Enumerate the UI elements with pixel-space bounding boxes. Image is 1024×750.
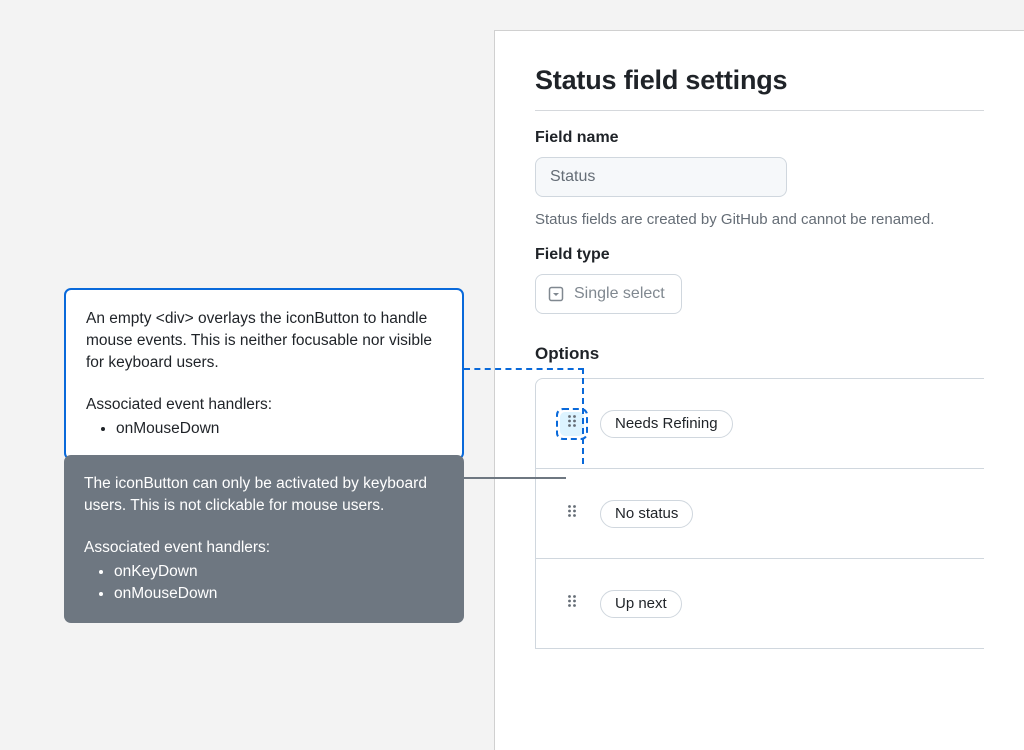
callout-iconbutton: The iconButton can only be activated by … <box>64 455 464 623</box>
callout-handlers-list: onKeyDown onMouseDown <box>84 561 444 605</box>
single-select-icon <box>548 286 564 302</box>
handler-item: onMouseDown <box>114 583 444 605</box>
options-label: Options <box>535 344 984 364</box>
field-name-block: Field name Status fields are created by … <box>535 129 984 228</box>
option-pill[interactable]: Up next <box>600 590 682 618</box>
callout-handlers-list: onMouseDown <box>86 418 442 440</box>
handler-item: onKeyDown <box>114 561 444 583</box>
option-row: Needs Refining <box>536 379 984 469</box>
field-name-label: Field name <box>535 129 984 147</box>
drag-handle[interactable] <box>560 502 584 526</box>
grip-icon <box>567 594 577 613</box>
handler-item: onMouseDown <box>116 418 442 440</box>
grip-icon <box>567 504 577 523</box>
option-row: No status <box>536 469 984 559</box>
panel-title: Status field settings <box>535 65 984 96</box>
option-label: No status <box>615 505 678 522</box>
option-row: Up next <box>536 559 984 649</box>
divider <box>535 110 984 111</box>
option-pill[interactable]: No status <box>600 500 693 528</box>
callout-overlay-div: An empty <div> overlays the iconButton t… <box>64 288 464 460</box>
options-list: Needs Refining No status <box>535 378 984 649</box>
drag-handle[interactable] <box>560 592 584 616</box>
callout-handlers-label: Associated event handlers: <box>86 394 442 416</box>
field-name-input[interactable] <box>535 157 787 197</box>
option-pill[interactable]: Needs Refining <box>600 410 733 438</box>
callout-handlers-label: Associated event handlers: <box>84 537 444 559</box>
drag-handle[interactable] <box>560 412 584 436</box>
option-label: Needs Refining <box>615 415 718 432</box>
settings-panel: Status field settings Field name Status … <box>494 30 1024 750</box>
field-type-label: Field type <box>535 246 984 264</box>
field-type-block: Field type Single select <box>535 246 984 314</box>
field-type-select[interactable]: Single select <box>535 274 682 314</box>
grip-icon <box>567 414 577 433</box>
callout-body: The iconButton can only be activated by … <box>84 473 444 517</box>
field-name-helper: Status fields are created by GitHub and … <box>535 211 984 228</box>
option-label: Up next <box>615 595 667 612</box>
callout-body: An empty <div> overlays the iconButton t… <box>86 308 442 374</box>
field-type-value: Single select <box>574 285 665 303</box>
